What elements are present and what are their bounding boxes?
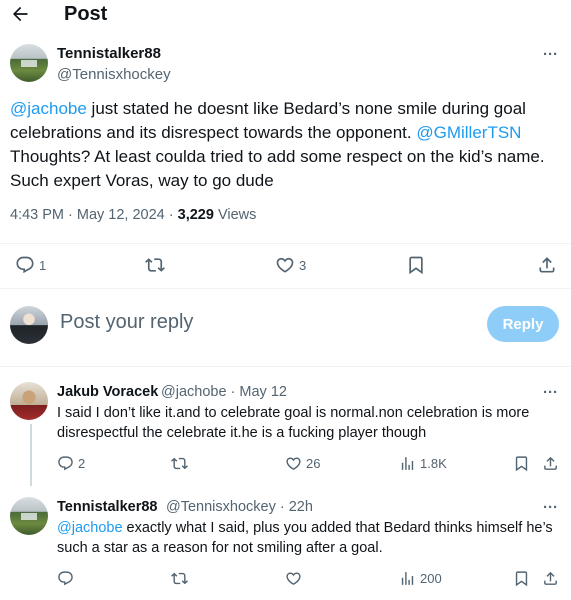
reply-count: 2 (78, 456, 86, 471)
post-timestamp[interactable]: 4:43 PM · May 12, 2024 · (10, 207, 178, 223)
arrow-left-icon[interactable] (10, 4, 30, 24)
bookmark-icon (513, 570, 530, 587)
avatar[interactable] (10, 497, 48, 535)
reply-text: I said I don’t like it.and to celebrate … (57, 405, 530, 441)
post-text: @jachobe just stated he doesnt like Beda… (10, 97, 560, 193)
repost-icon (171, 455, 188, 472)
views-label: Views (213, 207, 257, 223)
reply-icon (57, 455, 74, 472)
like-action[interactable]: 3 (275, 255, 306, 275)
mention-link[interactable]: @GMillerTSN (416, 123, 521, 142)
repost-action[interactable] (145, 255, 169, 275)
repost-action[interactable] (171, 455, 192, 472)
heart-icon (285, 570, 302, 587)
views-action[interactable]: 200 (399, 570, 442, 587)
avatar[interactable] (10, 382, 48, 420)
analytics-icon (399, 455, 416, 472)
repost-icon (145, 255, 165, 275)
share-action[interactable] (542, 570, 559, 587)
more-options-icon[interactable]: ··· (543, 499, 558, 516)
reply-text: @jachobe exactly what I said, plus you a… (57, 518, 562, 558)
bookmark-action[interactable] (513, 455, 530, 472)
divider (0, 288, 571, 289)
reply-action[interactable]: 2 (57, 455, 85, 472)
page-title: Post (64, 3, 108, 25)
views-count: 3,229 (177, 207, 214, 223)
author-name[interactable]: Tennistalker88 (57, 45, 161, 62)
author-handle[interactable]: @Tennisxhockey · 22h (166, 499, 313, 515)
views-action[interactable]: 1.8K (399, 455, 447, 472)
like-action[interactable] (285, 570, 306, 587)
divider (0, 366, 571, 367)
reply-icon (57, 570, 74, 587)
like-action[interactable]: 26 (285, 455, 320, 472)
header: Post (0, 0, 571, 30)
reply-action[interactable] (57, 570, 78, 587)
more-options-icon[interactable]: ··· (543, 46, 558, 63)
bookmark-action[interactable] (406, 255, 426, 275)
author-name[interactable]: Tennistalker88 (57, 499, 157, 515)
mention-link[interactable]: @jachobe (10, 99, 87, 118)
reply-action[interactable]: 1 (15, 255, 46, 275)
bookmark-icon (406, 255, 426, 275)
share-action[interactable] (537, 255, 557, 275)
reply-button[interactable]: Reply (487, 306, 559, 342)
author-handle[interactable]: @jachobe · May 12 (161, 384, 287, 400)
reply-count: 1 (39, 257, 47, 273)
repost-action[interactable] (171, 570, 192, 587)
avatar[interactable] (10, 44, 48, 82)
avatar (10, 306, 48, 344)
bookmark-icon (513, 455, 530, 472)
thread-line (30, 424, 32, 486)
heart-icon (285, 455, 302, 472)
author-name[interactable]: Jakub Voracek (57, 384, 158, 400)
share-action[interactable] (542, 455, 559, 472)
reply-icon (15, 255, 35, 275)
views-count: 1.8K (420, 456, 447, 471)
divider (0, 243, 571, 244)
repost-icon (171, 570, 188, 587)
like-count: 26 (306, 456, 321, 471)
heart-icon (275, 255, 295, 275)
analytics-icon (399, 570, 416, 587)
reply-text-segment: exactly what I said, plus you added that… (57, 520, 553, 556)
like-count: 3 (299, 257, 307, 273)
more-options-icon[interactable]: ··· (543, 384, 558, 401)
post-meta: 4:43 PM · May 12, 2024 · 3,229 Views (10, 207, 256, 223)
bookmark-action[interactable] (513, 570, 530, 587)
share-icon (542, 570, 559, 587)
views-count: 200 (420, 571, 442, 586)
post-text-segment: Thoughts? At least coulda tried to add s… (10, 147, 545, 190)
author-handle[interactable]: @Tennisxhockey (57, 66, 171, 83)
share-icon (537, 255, 557, 275)
mention-link[interactable]: @jachobe (57, 520, 123, 536)
reply-input[interactable]: Post your reply (60, 311, 193, 334)
share-icon (542, 455, 559, 472)
